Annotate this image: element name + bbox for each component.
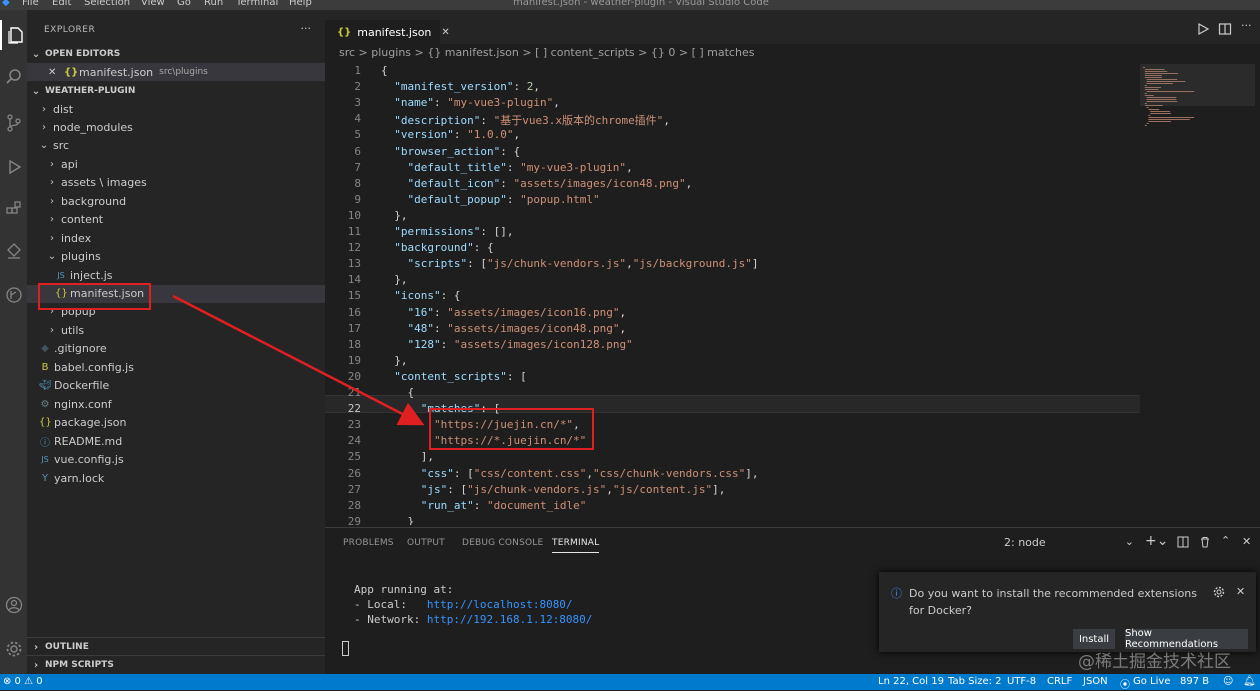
local-label: - Local: [354,598,427,611]
gear-icon[interactable] [1213,586,1225,598]
notifications-bell-icon[interactable]: 🔔︎ [1243,676,1256,687]
file-size: 897 B [1180,676,1210,687]
notification-toast: ⓘ Do you want to install the recommended… [879,572,1256,652]
show-recommendations-button[interactable]: Show Recommendations [1125,628,1248,650]
tab-output[interactable]: OUTPUT [407,538,445,548]
terminal-line-network: - Network: http://192.168.1.12:8080/ [354,613,592,626]
split-terminal-icon[interactable] [1177,536,1189,548]
go-live-icon: ⦿ [1120,680,1130,691]
terminal-line-local: - Local: http://localhost:8080/ [354,598,573,611]
close-icon[interactable]: ✕ [1242,535,1251,548]
new-terminal-icon[interactable]: +⌄ [1145,533,1168,549]
tab-terminal[interactable]: TERMINAL [552,538,600,553]
terminal-cursor [342,641,349,656]
network-url-link[interactable]: http://192.168.1.12:8080/ [427,613,593,626]
language-mode[interactable]: JSON [1083,676,1108,687]
local-url-link[interactable]: http://localhost:8080/ [427,598,573,611]
install-button[interactable]: Install [1073,629,1115,649]
tab-debug-console[interactable]: DEBUG CONSOLE [462,538,543,548]
trash-icon[interactable] [1199,536,1211,548]
close-icon[interactable]: ✕ [1236,585,1245,598]
go-live-button[interactable]: Go Live [1133,676,1170,687]
terminal-select-value: 2: node [1004,536,1046,549]
terminal-line-1: App running at: [354,583,454,596]
notification-message: Do you want to install the recommended e… [909,587,1198,617]
tab-problems[interactable]: PROBLEMS [343,538,394,548]
network-label: - Network: [354,613,427,626]
status-bar: ⊗ 0 ⚠ 0 Ln 22, Col 19 Tab Size: 2 UTF-8 … [0,674,1260,691]
line-ending[interactable]: CRLF [1047,676,1072,687]
chevron-down-icon: ⌄ [1124,535,1134,548]
feedback-icon[interactable]: ☺ [1223,676,1233,687]
problems-count[interactable]: ⊗ 0 ⚠ 0 [3,676,43,687]
tab-size[interactable]: Tab Size: 2 [948,676,1002,687]
watermark: @稀土掘金技术社区 [1078,652,1231,672]
chevron-up-icon[interactable]: ⌃ [1221,534,1230,547]
terminal-select[interactable]: 2: node ⌄ [1001,535,1137,551]
encoding[interactable]: UTF-8 [1007,676,1036,687]
cursor-position[interactable]: Ln 22, Col 19 [878,676,944,687]
info-icon: ⓘ [891,587,902,600]
